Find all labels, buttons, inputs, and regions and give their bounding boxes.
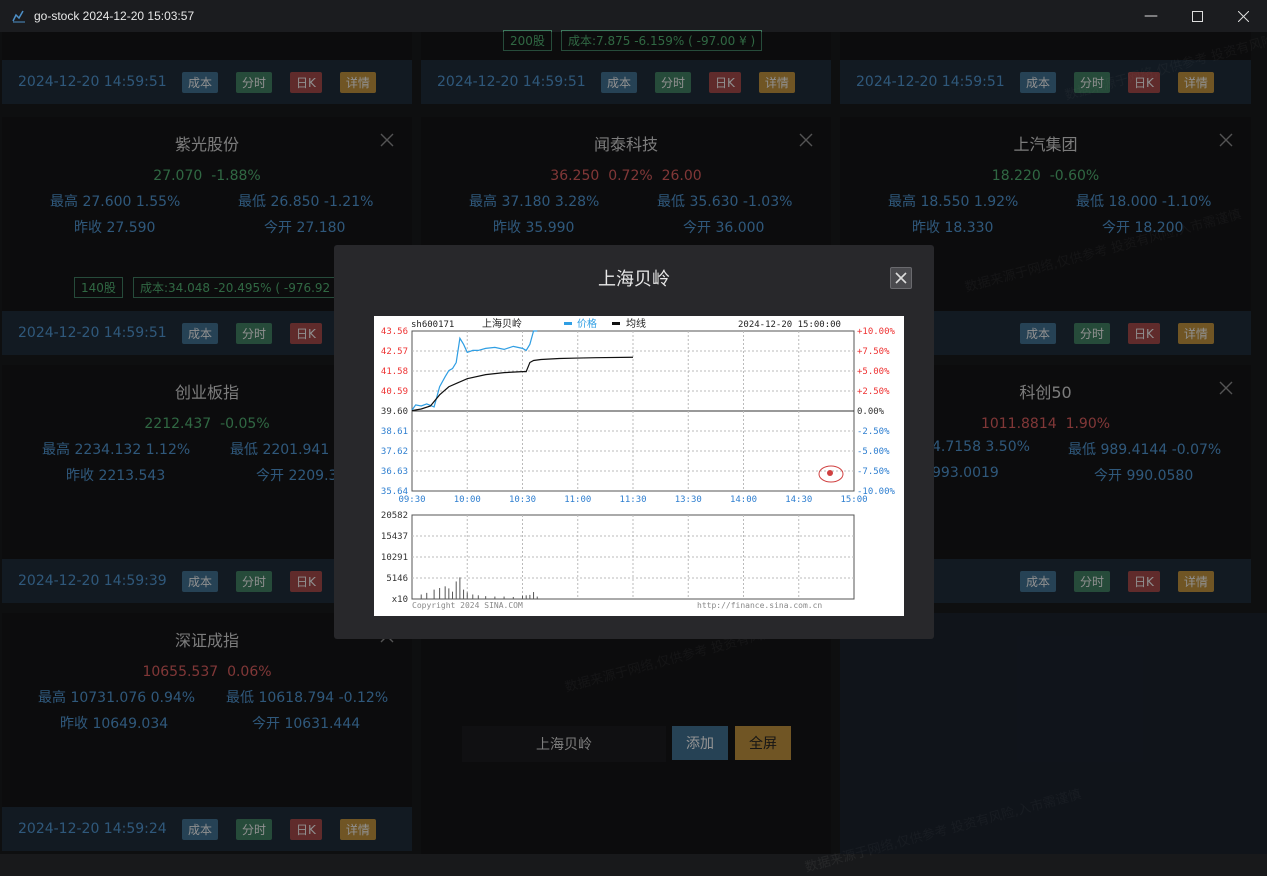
percent-tick-label: +7.50% [857,347,890,357]
chart-code: sh600171 [411,320,454,330]
price-tick-label: 37.62 [381,447,408,457]
percent-tick-label: -5.00% [857,447,890,457]
price-axis-ticks: 43.56 42.57 41.58 40.59 39.60 38.61 37.62 36.63… [381,327,408,497]
percent-tick-label: +2.50% [857,387,890,397]
modal-close-button[interactable] [890,267,912,289]
time-tick-label: 11:30 [619,495,646,505]
chart-stock-name: 上海贝岭 [482,317,522,330]
title-bar: go-stock 2024-12-20 15:03:57 — [0,0,1267,32]
chart-source-url: http://finance.sina.com.cn [697,601,822,610]
time-tick-label: 10:30 [509,495,536,505]
price-tick-label: 40.59 [381,387,408,397]
intraday-chart: sh600171 上海贝岭 价格 均线 2024-12-20 15:00:00 … [374,316,904,616]
percent-tick-label: 0.00% [857,407,885,417]
volume-tick-label: 15437 [381,532,408,542]
price-tick-label: 38.61 [381,427,408,437]
price-tick-label: 41.58 [381,367,408,377]
time-axis-ticks: 09:30 10:00 10:30 11:00 11:30 13:30 14:00 14:30… [398,495,867,505]
time-tick-label: 09:30 [398,495,425,505]
legend-price: 价格 [577,317,597,330]
time-tick-label: 15:00 [840,495,867,505]
legend-avg: 均线 [626,317,646,330]
close-window-button[interactable] [1220,0,1266,32]
time-tick-label: 14:00 [730,495,757,505]
app-logo-icon [12,10,25,23]
maximize-icon [1191,10,1203,22]
minimize-button[interactable]: — [1128,0,1174,32]
chart-datetime: 2024-12-20 15:00:00 [738,320,841,330]
price-tick-label: 42.57 [381,347,408,357]
percent-tick-label: +5.00% [857,367,890,377]
chart-background [374,316,904,616]
percent-tick-label: -7.50% [857,467,890,477]
window-title: go-stock 2024-12-20 15:03:57 [34,9,195,23]
price-tick-label: 36.63 [381,467,408,477]
chart-copyright: Copyright 2024 SINA.COM [412,601,523,610]
maximize-button[interactable] [1174,0,1220,32]
percent-tick-label: +10.00% [857,327,896,337]
volume-tick-label: 5146 [386,574,408,584]
close-icon [895,272,907,284]
percent-tick-label: -2.50% [857,427,890,437]
time-tick-label: 10:00 [454,495,481,505]
modal-title: 上海贝岭 [598,269,670,290]
price-tick-label: 39.60 [381,407,408,417]
volume-tick-label: 20582 [381,511,408,521]
legend-price-swatch [564,322,572,325]
time-tick-label: 13:30 [675,495,702,505]
legend-avg-swatch [612,322,620,325]
volume-tick-label: 10291 [381,553,408,563]
volume-tick-label: x10 [392,595,408,605]
time-tick-label: 14:30 [785,495,812,505]
time-tick-label: 11:00 [564,495,591,505]
price-tick-label: 43.56 [381,327,408,337]
close-icon [1237,10,1249,22]
